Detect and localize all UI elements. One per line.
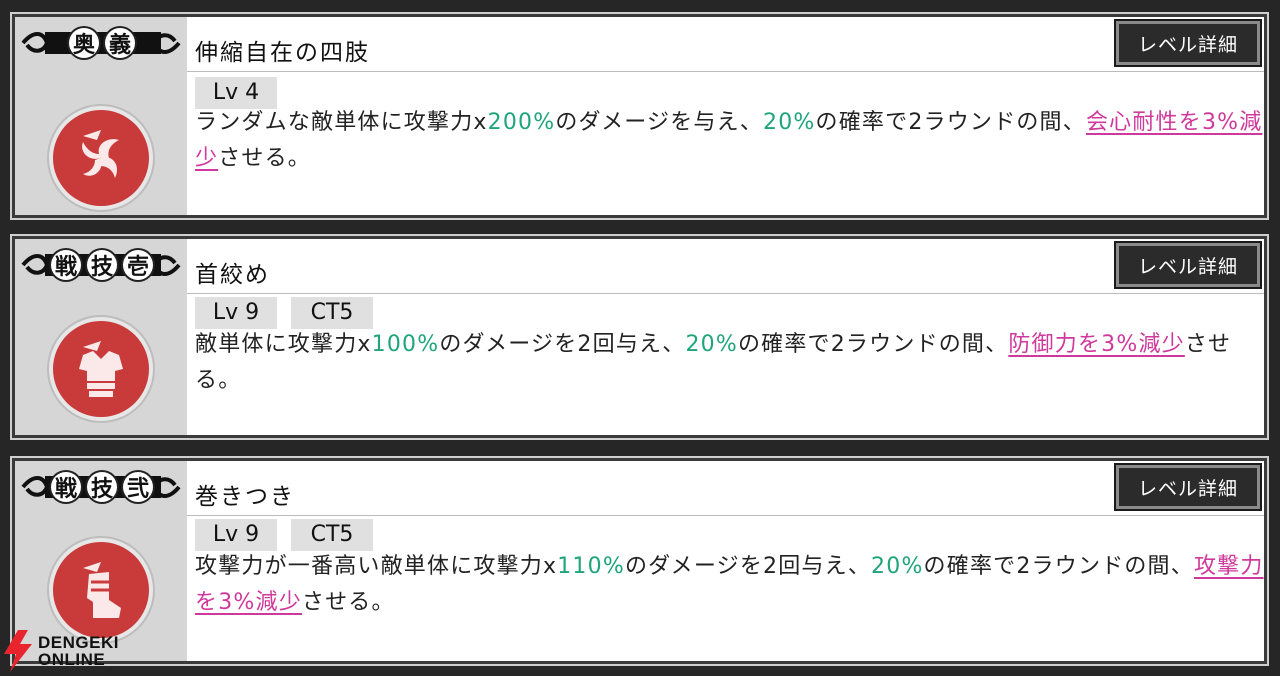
- skill-icon-column: 戦 技 壱: [15, 239, 187, 435]
- tag-char: 技: [87, 472, 117, 502]
- level-detail-button[interactable]: レベル詳細: [1114, 463, 1262, 511]
- desc-text: のダメージを与え、: [555, 110, 764, 135]
- level-detail-button[interactable]: レベル詳細: [1114, 19, 1262, 67]
- desc-text: 攻撃力が一番高い敵単体に攻撃力x: [195, 554, 558, 579]
- skill-card-ougi: 奥 義 伸縮自在の四肢 レベル詳細 Lv 4 ランダムな敵単体に攻撃力x200%…: [10, 12, 1269, 220]
- skill-badges: Lv 9 CT5: [195, 519, 373, 551]
- value-highlight: 200%: [487, 110, 556, 135]
- tag-char: 壱: [123, 250, 153, 280]
- desc-text: させる。: [218, 146, 312, 171]
- skill-description: 敵単体に攻撃力x100%のダメージを2回与え、20%の確率で2ラウンドの間、防御…: [195, 327, 1270, 399]
- level-badge: Lv 9: [195, 519, 277, 551]
- divider: [187, 71, 1264, 72]
- tag-char: 奥: [69, 28, 99, 58]
- level-badge: Lv 9: [195, 297, 277, 329]
- level-detail-button[interactable]: レベル詳細: [1114, 241, 1262, 289]
- divider: [187, 515, 1264, 516]
- tag-char: 戦: [51, 250, 81, 280]
- desc-text: させる。: [301, 590, 395, 615]
- logo-line1: DENGEKI: [38, 633, 119, 652]
- spiral-claw-icon: [53, 110, 149, 206]
- value-highlight: 110%: [557, 554, 625, 579]
- dengeki-online-logo: DENGEKI ONLINE: [0, 630, 130, 672]
- tag-char: 弐: [123, 472, 153, 502]
- desc-text: の確率で2ラウンドの間、: [815, 110, 1086, 135]
- skill-type-tag: 戦 技 弐: [21, 465, 181, 509]
- desc-text: ランダムな敵単体に攻撃力x: [195, 110, 488, 135]
- cooldown-badge: CT5: [291, 519, 373, 551]
- desc-text: 敵単体に攻撃力x: [195, 332, 372, 357]
- skill-name: 首絞め: [195, 262, 270, 288]
- tag-char: 義: [105, 28, 135, 58]
- value-highlight: 20%: [685, 332, 738, 357]
- skill-type-tag: 奥 義: [21, 21, 181, 65]
- desc-text: の確率で2ラウンドの間、: [737, 332, 1009, 357]
- debuff-link[interactable]: 防御力を3%減少: [1008, 332, 1185, 357]
- tag-char: 技: [87, 250, 117, 280]
- skill-badges: Lv 9 CT5: [195, 297, 373, 329]
- value-highlight: 100%: [371, 332, 440, 357]
- lightning-icon: [4, 630, 32, 672]
- skill-description: ランダムな敵単体に攻撃力x200%のダメージを与え、20%の確率で2ラウンドの間…: [195, 105, 1270, 177]
- logo-line2: ONLINE: [38, 650, 106, 669]
- armor-icon: [53, 321, 149, 417]
- skill-card-sengi-1: 戦 技 壱 首絞め レベル詳細 Lv 9 CT5 敵単体に攻撃力x100%のダメ…: [10, 234, 1269, 440]
- skill-description: 攻撃力が一番高い敵単体に攻撃力x110%のダメージを2回与え、20%の確率で2ラ…: [195, 549, 1270, 621]
- value-highlight: 20%: [871, 554, 924, 579]
- tag-char: 戦: [51, 472, 81, 502]
- skill-icon-column: 奥 義: [15, 17, 187, 215]
- skill-name: 巻きつき: [195, 484, 295, 510]
- skill-card-sengi-2: 戦 技 弐 巻きつき レベル詳細 Lv 9 CT5 攻撃力が一番高い敵単体に攻撃…: [10, 456, 1269, 666]
- skill-type-tag: 戦 技 壱: [21, 243, 181, 287]
- skill-name: 伸縮自在の四肢: [195, 40, 370, 66]
- desc-text: のダメージを2回与え、: [624, 554, 872, 579]
- desc-text: のダメージを2回与え、: [439, 332, 686, 357]
- value-highlight: 20%: [763, 110, 816, 135]
- divider: [187, 293, 1264, 294]
- boot-icon: [53, 542, 149, 638]
- cooldown-badge: CT5: [291, 297, 373, 329]
- desc-text: の確率で2ラウンドの間、: [923, 554, 1194, 579]
